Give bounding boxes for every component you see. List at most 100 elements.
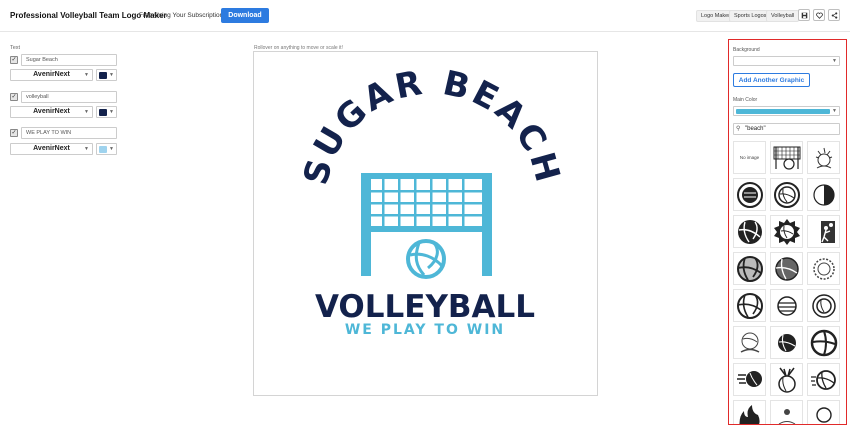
favorite-button[interactable] [813, 9, 825, 21]
graphic-thumb-ring-ball[interactable] [807, 289, 840, 322]
text-visible-checkbox[interactable]: ✓ [10, 129, 18, 137]
save-button[interactable] [798, 9, 810, 21]
text-visible-checkbox[interactable]: ✓ [10, 56, 18, 64]
font-select-label: AvenirNext [33, 145, 70, 152]
graphic-thumb-ball-solid[interactable] [733, 215, 766, 248]
graphic-thumb-ball-dark[interactable] [770, 326, 803, 359]
main-color-select[interactable]: ▼ [733, 106, 840, 116]
share-button[interactable] [828, 9, 840, 21]
graphic-thumb-ball-bold[interactable] [807, 326, 840, 359]
ball-solid-graphic-icon [737, 219, 762, 244]
search-value: "beach" [745, 126, 766, 132]
graphic-thumb-ball-outline[interactable] [733, 289, 766, 322]
striped-ball-graphic-icon [776, 295, 797, 316]
chevron-down-icon: ▼ [832, 58, 837, 64]
flame-ball-graphic-icon [739, 404, 760, 424]
graphic-thumb-dotted-ball[interactable] [807, 252, 840, 285]
ball-stripes-graphic-icon [815, 406, 832, 423]
graphic-thumb-sun-ball[interactable] [770, 215, 803, 248]
logo-canvas[interactable]: SUGAR BEACH VOLLEYBALL WE PLAY TO WIN [253, 51, 598, 396]
logo-tagline[interactable]: WE PLAY TO WIN [345, 322, 505, 338]
ball-dark-graphic-icon [777, 333, 796, 352]
graphic-thumb-motion-ball[interactable] [807, 363, 840, 396]
subscription-note: Free Using Your Subscription! [139, 12, 225, 19]
color-swatch [99, 109, 107, 116]
graphic-thumb-ball-flat[interactable] [770, 252, 803, 285]
text-input-1[interactable]: Sugar Beach [21, 54, 117, 66]
half-ball-graphic-icon [812, 183, 835, 206]
color-swatch [99, 72, 107, 79]
add-graphic-button[interactable]: Add Another Graphic [733, 73, 810, 87]
ball-flat-graphic-icon [774, 256, 799, 281]
net-graphic-icon [773, 146, 800, 170]
graphic-thumb-no-image[interactable]: No image [733, 141, 766, 174]
logo-main-text[interactable]: VOLLEYBALL [315, 289, 535, 325]
wing-ball-graphic-icon [777, 367, 796, 393]
search-icon: ⚲ [736, 126, 741, 132]
volleyball-ball-icon[interactable] [404, 237, 448, 281]
graphic-thumb-wing-ball[interactable] [770, 363, 803, 396]
font-select-label: AvenirNext [33, 71, 70, 78]
text-visible-checkbox[interactable]: ✓ [10, 93, 18, 101]
font-select-2[interactable]: AvenirNext ▼ [10, 106, 93, 118]
text-input-3[interactable]: WE PLAY TO WIN [21, 127, 117, 139]
ball-outline-graphic-icon [736, 292, 763, 319]
beach-ball-graphic-icon [740, 332, 759, 353]
graphic-thumb-player[interactable] [807, 215, 840, 248]
color-select-1[interactable]: ▼ [96, 69, 117, 81]
download-button[interactable]: Download [221, 8, 269, 23]
dotted-ball-graphic-icon [812, 257, 835, 280]
text-row-3: ✓ WE PLAY TO WIN [10, 127, 117, 139]
background-select[interactable]: ▼ [733, 56, 840, 66]
speed-ball-graphic-icon [736, 370, 762, 387]
graphic-thumb-striped-ball[interactable] [770, 289, 803, 322]
player-graphic-icon [812, 220, 835, 243]
splash-graphic-icon [815, 147, 832, 168]
chevron-down-icon: ▼ [84, 146, 89, 152]
ball-bold-graphic-icon [810, 329, 837, 356]
nav-volleyball[interactable]: Volleyball [766, 10, 800, 22]
chevron-down-icon: ▼ [84, 72, 89, 78]
graphic-thumb-ball-ring[interactable] [770, 178, 803, 211]
ring-ball-graphic-icon [811, 293, 836, 318]
graphic-thumb-net[interactable] [770, 141, 803, 174]
chevron-down-icon: ▼ [109, 72, 114, 78]
chevron-down-icon: ▼ [109, 146, 114, 152]
chevron-down-icon: ▼ [109, 109, 114, 115]
text-row-1: ✓ Sugar Beach [10, 54, 117, 66]
graphics-panel: Background ▼ Add Another Graphic Main Co… [728, 39, 847, 425]
share-icon [831, 11, 837, 19]
graphic-thumb-beach-ball[interactable] [733, 326, 766, 359]
graphic-thumb-flame-ball[interactable] [733, 400, 766, 424]
dot-ball-graphic-icon [778, 408, 795, 424]
graphic-thumb-badge[interactable] [733, 178, 766, 211]
header-bar: Professional Volleyball Team Logo Maker … [0, 0, 850, 32]
motion-ball-graphic-icon [810, 369, 836, 390]
heart-icon [815, 12, 823, 19]
main-color-swatch [736, 109, 830, 114]
graphic-thumb-ball-stripes[interactable] [807, 400, 840, 424]
graphic-thumb-dot-ball[interactable] [770, 400, 803, 424]
graphic-search-input[interactable]: ⚲ "beach" [733, 123, 840, 135]
save-icon [801, 12, 807, 18]
graphic-thumb-half-ball[interactable] [807, 178, 840, 211]
ball-ring-graphic-icon [773, 181, 800, 208]
text-row-2: ✓ volleyball [10, 91, 117, 103]
font-select-label: AvenirNext [33, 108, 70, 115]
logo-arc-text[interactable]: SUGAR BEACH [296, 63, 568, 189]
color-swatch [99, 146, 107, 153]
badge-graphic-icon [736, 181, 763, 208]
color-select-3[interactable]: ▼ [96, 143, 117, 155]
text-section-label: Text [10, 45, 21, 51]
color-select-2[interactable]: ▼ [96, 106, 117, 118]
sun-ball-graphic-icon [773, 218, 800, 245]
graphic-thumb-splash[interactable] [807, 141, 840, 174]
graphic-thumb-ball-grey[interactable] [733, 252, 766, 285]
graphic-thumb-speed-ball[interactable] [733, 363, 766, 396]
logo-artwork[interactable]: SUGAR BEACH VOLLEYBALL WE PLAY TO WIN [254, 52, 597, 395]
font-select-1[interactable]: AvenirNext ▼ [10, 69, 93, 81]
background-label: Background [733, 47, 760, 53]
font-select-3[interactable]: AvenirNext ▼ [10, 143, 93, 155]
text-input-2[interactable]: volleyball [21, 91, 117, 103]
main-color-label: Main Color [733, 97, 758, 103]
